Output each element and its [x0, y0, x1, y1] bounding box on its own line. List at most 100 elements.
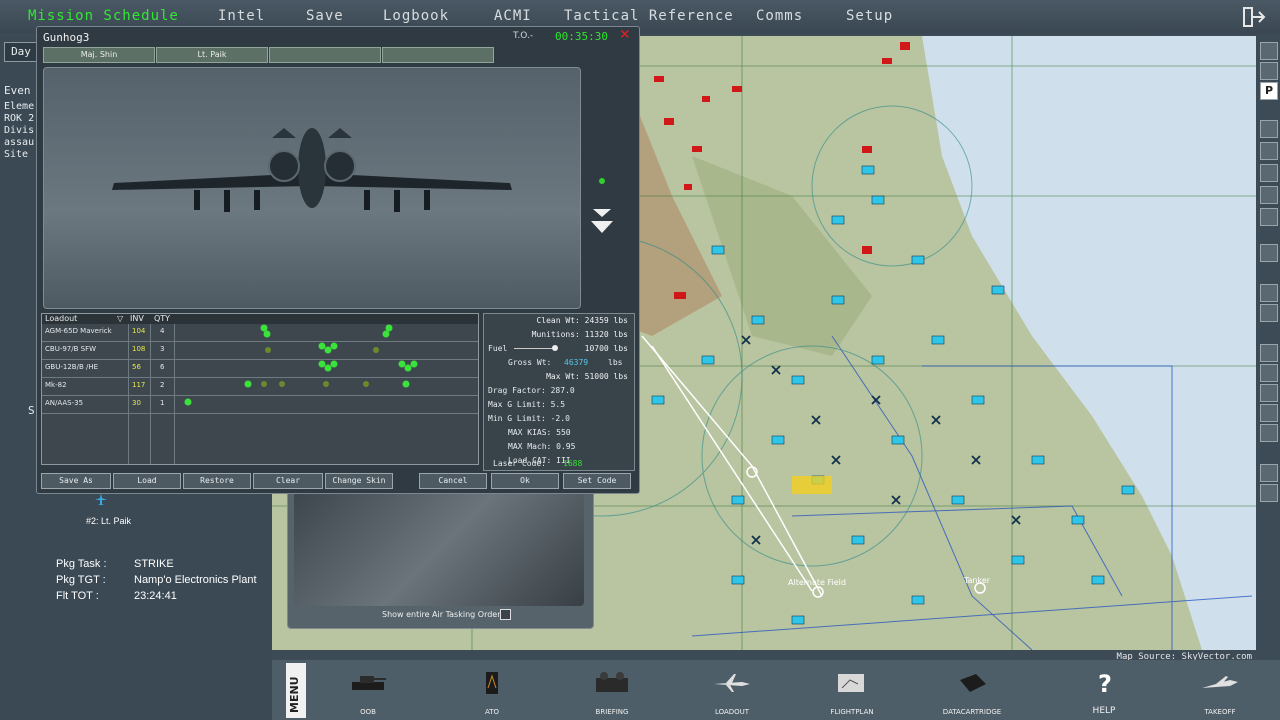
nav-label: HELP	[1092, 706, 1116, 716]
tool-icon[interactable]	[1260, 484, 1278, 502]
event-line: Divis	[4, 125, 35, 136]
arrow-down-icon[interactable]	[589, 205, 615, 235]
crosshair-icon[interactable]	[593, 175, 611, 187]
help-tool-icon[interactable]	[1260, 62, 1278, 80]
clean-weight: Clean Wt: 24359 lbs	[536, 316, 628, 325]
weapon-inv: 104	[132, 327, 146, 335]
event-line: Eleme	[4, 101, 35, 112]
cartridge-icon	[960, 674, 986, 692]
column-divider	[128, 324, 129, 464]
menu-intel[interactable]: Intel	[218, 8, 265, 24]
show-ato-label: Show entire Air Tasking Order	[382, 610, 501, 619]
pilot-tab[interactable]	[269, 47, 381, 63]
fuel-label: Fuel	[488, 344, 508, 353]
drag-factor: Drag Factor: 287.0	[488, 386, 575, 395]
layer-tool-icon[interactable]	[1260, 142, 1278, 160]
nav-datacartridge[interactable]: DATACARTRIDGE	[930, 664, 1014, 720]
min-g: Min G Limit: -2.0	[488, 414, 570, 423]
ok-button[interactable]: Ok	[491, 473, 559, 489]
event-line: ROK 2	[4, 113, 35, 124]
day-tab[interactable]: Day	[4, 42, 38, 62]
pkg-task-label: Pkg Task :	[56, 558, 107, 570]
nav-flightplan[interactable]: FLIGHTPLAN	[810, 664, 894, 720]
menu-logbook[interactable]: Logbook	[383, 8, 449, 24]
zoom-out-icon[interactable]	[1260, 344, 1278, 362]
aircraft-model	[112, 128, 512, 212]
laser-code-value: 1688	[563, 459, 583, 468]
fuel-slider-track[interactable]	[514, 348, 554, 349]
save-as-button[interactable]: Save As	[41, 473, 111, 489]
weapon-name: AGM-65D Maverick	[45, 327, 112, 335]
pilot-tab[interactable]	[382, 47, 494, 63]
loadout-dialog: Gunhog3 T.O.- 00:35:30 ✕ Maj. Shin Lt. P…	[36, 26, 640, 494]
load-button[interactable]: Load	[113, 473, 181, 489]
weapon-qty: 6	[160, 363, 165, 371]
to-label: T.O.-	[513, 31, 534, 41]
gross-value: 46379	[564, 358, 589, 367]
layer-tool-icon[interactable]	[1260, 164, 1278, 182]
gross-label: Gross Wt:	[508, 358, 552, 367]
cursor-tool-icon[interactable]	[1260, 42, 1278, 60]
aircraft-photo	[294, 492, 584, 606]
weapon-qty: 4	[160, 327, 165, 335]
hardpoint-grid[interactable]	[176, 324, 476, 424]
menu-comms[interactable]: Comms	[756, 8, 803, 24]
max-mach: MAX Mach: 0.95	[508, 442, 576, 451]
nav-oob[interactable]: OOB	[326, 664, 410, 720]
nav-label: OOB	[360, 708, 376, 716]
menu-mission-schedule[interactable]: Mission Schedule	[28, 8, 179, 24]
clear-button[interactable]: Clear	[253, 473, 323, 489]
menu-button[interactable]: MENU	[286, 663, 306, 718]
nav-label: TAKEOFF	[1204, 708, 1236, 716]
weapon-qty: 3	[160, 345, 165, 353]
close-icon[interactable]: ✕	[619, 27, 631, 43]
restore-button[interactable]: Restore	[183, 473, 251, 489]
loadout-table: Loadout ▽ INV QTY AGM-65D Maverick 104 4…	[41, 313, 479, 465]
menu-setup[interactable]: Setup	[846, 8, 893, 24]
menu-tactical-reference[interactable]: Tactical Reference	[564, 8, 734, 24]
column-divider	[174, 324, 175, 464]
zoom-in-icon[interactable]	[1260, 364, 1278, 382]
layer-tool-icon[interactable]	[1260, 284, 1278, 302]
tanker-label: Tanker	[964, 576, 991, 585]
cancel-button[interactable]: Cancel	[419, 473, 487, 489]
weapon-name: GBU-12B/B /HE	[45, 363, 99, 371]
nav-help[interactable]: ? HELP	[1062, 664, 1146, 720]
zoom-tool-icon[interactable]	[1260, 404, 1278, 422]
nav-takeoff[interactable]: TAKEOFF	[1178, 664, 1262, 720]
pilot-tab[interactable]: Maj. Shin	[43, 47, 155, 63]
zoom-tool-icon[interactable]	[1260, 384, 1278, 402]
pkg-tgt-label: Pkg TGT :	[56, 574, 106, 586]
loadout-header: Loadout	[45, 314, 78, 323]
gross-unit: lbs	[608, 358, 623, 367]
zoom-tool-icon[interactable]	[1260, 424, 1278, 442]
weapon-inv: 30	[132, 399, 141, 407]
layer-tool-icon[interactable]	[1260, 304, 1278, 322]
menu-acmi[interactable]: ACMI	[494, 8, 532, 24]
show-ato-checkbox[interactable]	[500, 609, 511, 620]
menu-save[interactable]: Save	[306, 8, 344, 24]
layer-tool-icon[interactable]	[1260, 186, 1278, 204]
nav-ato[interactable]: ATO	[450, 664, 534, 720]
flt-tot-value: 23:24:41	[134, 590, 177, 602]
event-line: assau	[4, 137, 35, 148]
layer-tool-icon[interactable]	[1260, 208, 1278, 226]
set-code-button[interactable]: Set Code	[563, 473, 631, 489]
nav-loadout[interactable]: LOADOUT	[690, 664, 774, 720]
inv-header: INV	[130, 314, 144, 323]
aircraft-3d-view[interactable]	[43, 67, 581, 309]
nav-label: ATO	[484, 708, 500, 716]
nav-label: LOADOUT	[714, 708, 750, 716]
exit-icon[interactable]	[1242, 6, 1266, 28]
chevron-down-icon[interactable]: ▽	[117, 314, 123, 323]
flightplan-icon	[838, 674, 864, 692]
nav-briefing[interactable]: BRIEFING	[570, 664, 654, 720]
pkg-tgt-value: Namp'o Electronics Plant	[134, 574, 257, 586]
p-button-icon[interactable]: P	[1260, 82, 1278, 100]
pilot-tab[interactable]: Lt. Paik	[156, 47, 268, 63]
tool-icon[interactable]	[1260, 464, 1278, 482]
layer-tool-icon[interactable]	[1260, 120, 1278, 138]
change-skin-button[interactable]: Change Skin	[325, 473, 393, 489]
layer-tool-icon[interactable]	[1260, 244, 1278, 262]
weapon-qty: 2	[160, 381, 165, 389]
